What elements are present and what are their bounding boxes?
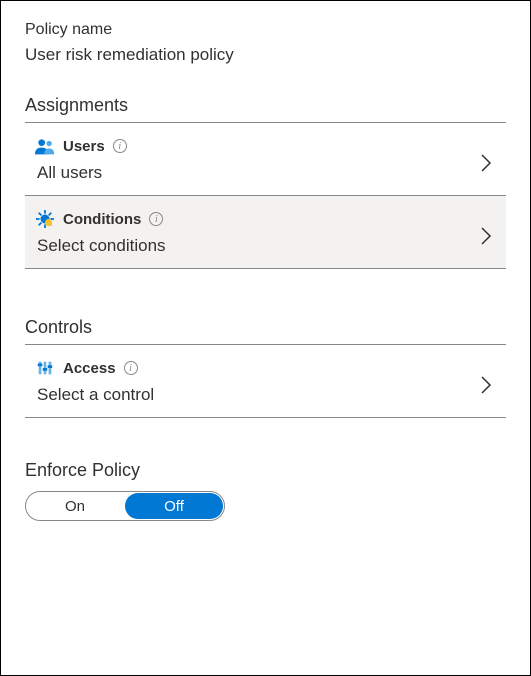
conditions-icon xyxy=(35,210,55,228)
users-subtitle: All users xyxy=(35,155,480,195)
toggle-off-option[interactable]: Off xyxy=(125,493,223,519)
access-subtitle: Select a control xyxy=(35,377,480,417)
info-icon[interactable]: i xyxy=(113,139,127,153)
controls-header: Controls xyxy=(25,317,506,345)
enforce-policy-title: Enforce Policy xyxy=(25,460,506,481)
enforce-policy-toggle[interactable]: On Off xyxy=(25,491,225,521)
toggle-on-option[interactable]: On xyxy=(26,492,124,520)
access-row[interactable]: Access i Select a control xyxy=(25,345,506,417)
conditions-subtitle: Select conditions xyxy=(35,228,480,268)
users-row[interactable]: Users i All users xyxy=(25,123,506,195)
conditions-row[interactable]: Conditions i Select conditions xyxy=(25,196,506,268)
info-icon[interactable]: i xyxy=(124,361,138,375)
policy-name-value: User risk remediation policy xyxy=(25,45,506,65)
access-icon xyxy=(35,359,55,377)
policy-name-label: Policy name xyxy=(25,21,506,39)
access-title: Access xyxy=(63,360,116,377)
assignments-header: Assignments xyxy=(25,95,506,123)
chevron-right-icon xyxy=(480,226,496,252)
info-icon[interactable]: i xyxy=(149,212,163,226)
users-icon xyxy=(35,137,55,155)
conditions-title: Conditions xyxy=(63,211,141,228)
chevron-right-icon xyxy=(480,375,496,401)
chevron-right-icon xyxy=(480,153,496,179)
users-title: Users xyxy=(63,138,105,155)
